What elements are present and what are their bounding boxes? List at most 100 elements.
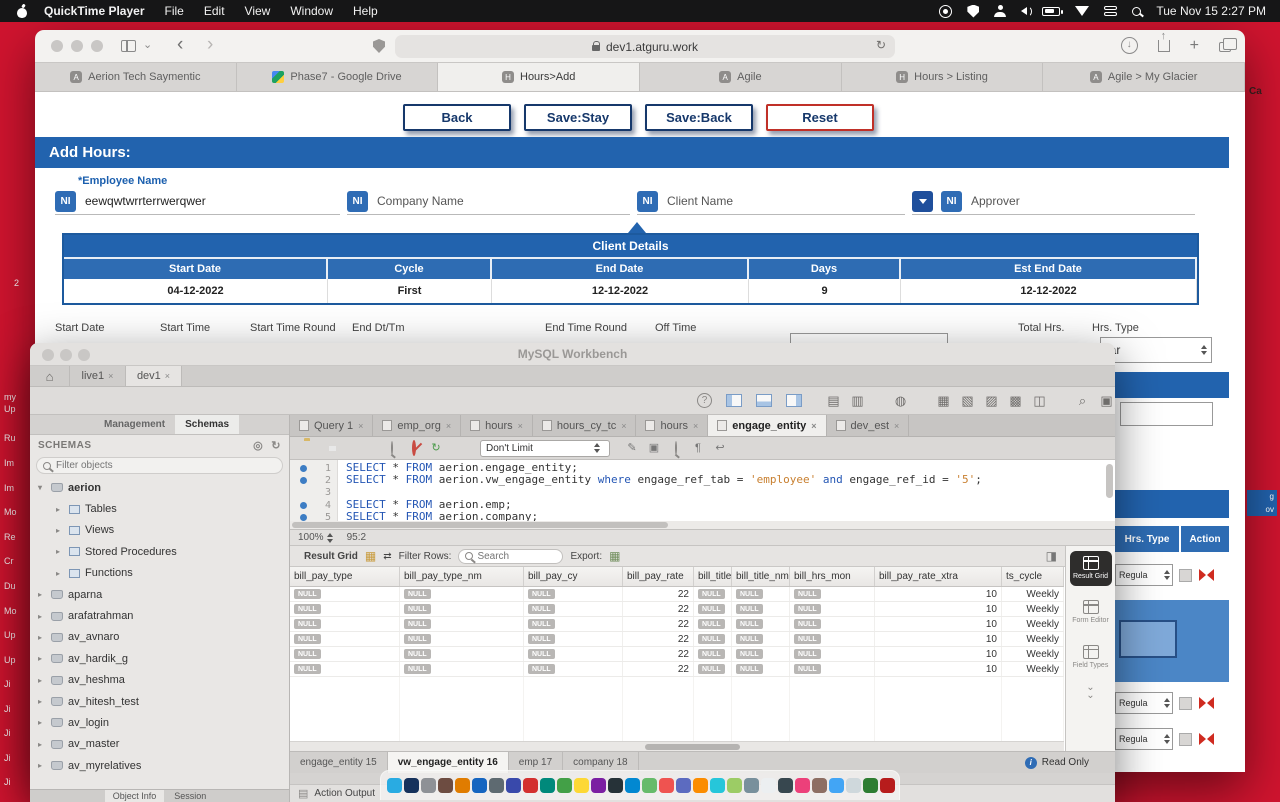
cell[interactable]: NULL: [732, 602, 790, 616]
query-tab-6[interactable]: dev_est×: [827, 415, 910, 436]
open-model-icon[interactable]: ◍: [892, 393, 909, 409]
result-grid-button[interactable]: Result Grid: [1070, 551, 1112, 586]
tree-item-av-avnaro[interactable]: ▸av_avnaro: [30, 627, 289, 648]
cell[interactable]: NULL: [400, 632, 524, 646]
invisible-chars-icon[interactable]: ¶: [690, 441, 706, 455]
expand-columns-icon[interactable]: ⇄: [383, 551, 391, 562]
cell[interactable]: NULL: [290, 602, 400, 616]
tree-item-aerion[interactable]: ▾aerion: [30, 477, 289, 498]
cell[interactable]: Weekly: [1002, 617, 1064, 631]
chevron-right-icon[interactable]: ▸: [38, 676, 46, 685]
browser-tab-0[interactable]: AAerion Tech Saymentic: [35, 63, 237, 91]
cell[interactable]: 22: [623, 617, 694, 631]
wrap-text-icon[interactable]: ↩: [712, 441, 728, 455]
forward-icon[interactable]: ›: [207, 34, 213, 56]
tree-item-av-myrelatives[interactable]: ▸av_myrelatives: [30, 755, 289, 776]
cell[interactable]: Weekly: [1002, 632, 1064, 646]
chevron-down-icon[interactable]: ▾: [38, 483, 46, 492]
cell[interactable]: NULL: [524, 602, 623, 616]
connection-tab-live1[interactable]: live1×: [70, 366, 126, 386]
sql-code[interactable]: SELECT * FROM aerion.engage_entity;SELEC…: [338, 460, 1115, 529]
toggle-secondary-sidebar-icon[interactable]: [786, 394, 802, 407]
dock-app-icon-13[interactable]: [608, 778, 623, 793]
workbench-titlebar[interactable]: MySQL Workbench: [30, 343, 1115, 366]
cell[interactable]: NULL: [732, 587, 790, 601]
schema-sync-icon[interactable]: ▩: [1007, 393, 1024, 409]
menu-file[interactable]: File: [165, 4, 184, 18]
chevron-right-icon[interactable]: ▸: [38, 612, 46, 621]
dock-app-icon-14[interactable]: [625, 778, 640, 793]
result-search-input[interactable]: [477, 551, 556, 562]
limit-select[interactable]: Don't Limit: [480, 440, 610, 457]
result-search[interactable]: [458, 549, 563, 564]
close-icon[interactable]: ×: [621, 421, 626, 431]
table-row[interactable]: NULLNULLNULL22NULLNULLNULL10Weekly: [290, 647, 1064, 662]
find-icon[interactable]: [675, 441, 677, 455]
dock-app-icon-10[interactable]: [557, 778, 572, 793]
query-tab-5[interactable]: engage_entity×: [708, 415, 826, 436]
panel-toggle-icon[interactable]: ◨: [1046, 549, 1057, 563]
menu-edit[interactable]: Edit: [204, 4, 225, 18]
search-db-icon[interactable]: ⌕: [1074, 393, 1091, 409]
dock-app-icon-11[interactable]: [574, 778, 589, 793]
tree-item-functions[interactable]: ▸Functions: [30, 563, 289, 584]
tree-item-views[interactable]: ▸Views: [30, 520, 289, 541]
column-header-bill_pay_rate_xtra[interactable]: bill_pay_rate_xtra: [875, 567, 1002, 586]
wifi-icon[interactable]: [1075, 6, 1089, 16]
page-input-fragment[interactable]: [1120, 402, 1213, 426]
row-checkbox[interactable]: [1179, 697, 1192, 710]
record-icon[interactable]: [939, 5, 952, 18]
dock-app-icon-22[interactable]: [761, 778, 776, 793]
cell[interactable]: NULL: [732, 617, 790, 631]
reload-icon[interactable]: ↻: [876, 38, 886, 52]
cell[interactable]: Weekly: [1002, 662, 1064, 676]
table-row[interactable]: NULLNULLNULL22NULLNULLNULL10Weekly: [290, 602, 1064, 617]
dock-app-icon-29[interactable]: [880, 778, 895, 793]
sidebar-icon[interactable]: [121, 40, 136, 52]
toggle-sidebar-icon[interactable]: [726, 394, 742, 407]
zoom-level[interactable]: 100%: [298, 532, 337, 543]
query-tab-1[interactable]: emp_org×: [373, 415, 461, 436]
toggle-output-icon[interactable]: [756, 394, 772, 407]
cell[interactable]: NULL: [790, 587, 875, 601]
browser-tab-2[interactable]: HHours>Add: [438, 63, 640, 91]
new-script-icon[interactable]: ▥: [849, 393, 866, 409]
cell[interactable]: NULL: [694, 617, 732, 631]
dock-app-icon-17[interactable]: [676, 778, 691, 793]
tree-item-av-hardik-g[interactable]: ▸av_hardik_g: [30, 648, 289, 669]
server-icon[interactable]: ▣: [1098, 393, 1115, 409]
close-icon[interactable]: ×: [358, 421, 363, 431]
open-dropdown-fragment[interactable]: [1119, 620, 1177, 658]
cell[interactable]: NULL: [524, 632, 623, 646]
cell[interactable]: NULL: [524, 617, 623, 631]
cell[interactable]: NULL: [290, 632, 400, 646]
cell[interactable]: NULL: [400, 662, 524, 676]
save-back-button[interactable]: Save:Back: [645, 104, 753, 131]
tree-item-arafatrahman[interactable]: ▸arafatrahman: [30, 605, 289, 626]
eye-icon[interactable]: ◎: [253, 439, 263, 452]
chevron-right-icon[interactable]: ▸: [38, 740, 46, 749]
row-checkbox[interactable]: [1179, 733, 1192, 746]
dock-app-icon-26[interactable]: [829, 778, 844, 793]
admin-icon[interactable]: ▧: [959, 393, 976, 409]
stop-icon[interactable]: [412, 440, 416, 456]
schema-filter[interactable]: [36, 457, 283, 474]
dock-app-icon-3[interactable]: [438, 778, 453, 793]
column-header-bill_hrs_mon[interactable]: bill_hrs_mon: [790, 567, 875, 586]
cell[interactable]: NULL: [790, 602, 875, 616]
chevron-right-icon[interactable]: ▸: [38, 654, 46, 663]
cell[interactable]: NULL: [400, 647, 524, 661]
column-header-ts_cycle[interactable]: ts_cycle: [1002, 567, 1064, 586]
cell[interactable]: 22: [623, 662, 694, 676]
dock-app-icon-0[interactable]: [387, 778, 402, 793]
cell[interactable]: NULL: [524, 647, 623, 661]
chevron-right-icon[interactable]: ▸: [38, 697, 46, 706]
close-icon[interactable]: ×: [518, 421, 523, 431]
active-app-name[interactable]: QuickTime Player: [44, 4, 145, 18]
dock-app-icon-8[interactable]: [523, 778, 538, 793]
table-row[interactable]: NULLNULLNULL22NULLNULLNULL10Weekly: [290, 587, 1064, 602]
hrs-type-row-select[interactable]: Regula: [1115, 692, 1173, 714]
menu-help[interactable]: Help: [353, 4, 378, 18]
cell[interactable]: NULL: [400, 617, 524, 631]
dock-app-icon-19[interactable]: [710, 778, 725, 793]
